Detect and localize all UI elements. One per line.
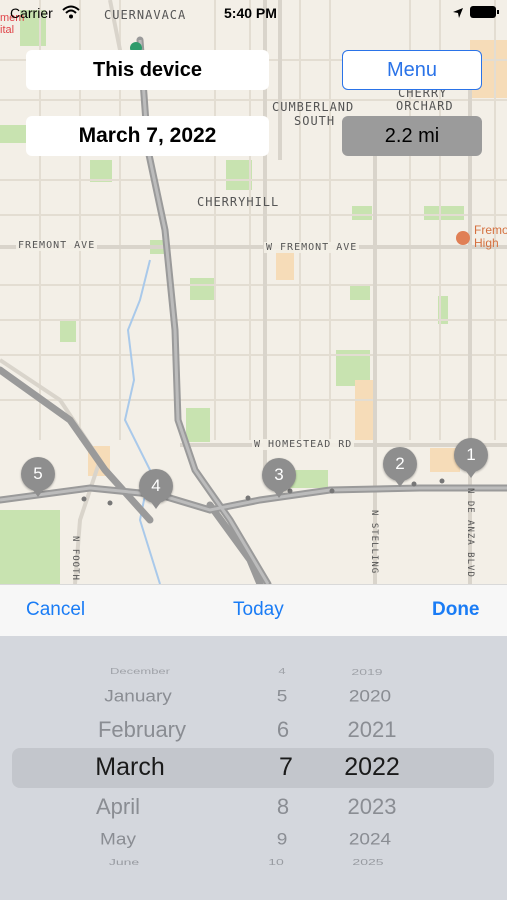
cancel-button[interactable]: Cancel: [26, 599, 85, 621]
poi-label-fremont-high-line2: High: [474, 236, 499, 250]
day-item[interactable]: 6: [263, 717, 303, 743]
street-label-w-fremont-ave: W FREMONT AVE: [264, 242, 360, 253]
month-item[interactable]: December: [80, 667, 200, 676]
street-label-w-homestead-rd: W HOMESTEAD RD: [252, 439, 355, 450]
picker-toolbar: Cancel Today Done: [0, 584, 507, 637]
today-button[interactable]: Today: [233, 599, 284, 621]
year-item[interactable]: 2019: [327, 667, 407, 677]
year-item[interactable]: 2021: [332, 717, 412, 743]
distance-label: 2.2 mi: [342, 116, 482, 156]
status-bar: Carrier 5:40 PM: [0, 0, 507, 28]
map-label-cumberland: CUMBERLAND: [272, 100, 355, 114]
map-label-cherryhill: CHERRYHILL: [197, 195, 280, 209]
year-item-selected[interactable]: 2022: [332, 753, 412, 782]
month-item-selected[interactable]: March: [70, 753, 190, 782]
clock-time: 5:40 PM: [224, 5, 277, 21]
done-button[interactable]: Done: [432, 599, 480, 621]
device-label[interactable]: This device: [26, 50, 269, 90]
street-label-fremont-ave: FREMONT AVE: [16, 240, 98, 251]
year-item[interactable]: 2025: [328, 857, 408, 867]
date-picker[interactable]: December January February March April Ma…: [0, 636, 507, 900]
year-item[interactable]: 2020: [330, 688, 410, 707]
carrier-label: Carrier: [10, 5, 53, 21]
month-item[interactable]: January: [78, 688, 198, 707]
street-label-n-stelling: N STELLING: [369, 510, 379, 575]
map-pin-1[interactable]: 1: [454, 438, 488, 478]
year-item[interactable]: 2023: [332, 794, 412, 820]
poi-label-fremont-high: Fremo High: [474, 224, 507, 250]
location-arrow-icon: [452, 6, 464, 22]
map-pin-4[interactable]: 4: [139, 469, 173, 509]
day-item[interactable]: 8: [263, 794, 303, 820]
battery-icon: [470, 6, 496, 18]
poi-label-fremont-high-line1: Fremo: [474, 223, 507, 237]
day-item[interactable]: 5: [262, 688, 302, 707]
map-pin-2[interactable]: 2: [383, 447, 417, 487]
date-field[interactable]: March 7, 2022: [26, 116, 269, 156]
map-label-orchard: ORCHARD: [396, 99, 454, 113]
month-item[interactable]: June: [64, 857, 184, 867]
day-item-selected[interactable]: 7: [266, 753, 306, 782]
month-item[interactable]: April: [58, 794, 178, 820]
year-item[interactable]: 2024: [330, 831, 410, 850]
day-item[interactable]: 4: [262, 667, 302, 676]
wifi-icon: [62, 5, 80, 22]
month-item[interactable]: May: [58, 831, 178, 850]
month-item[interactable]: February: [82, 717, 202, 743]
map-pin-5[interactable]: 5: [21, 457, 55, 497]
street-label-n-foothill: N FOOTH: [70, 536, 80, 581]
map-pin-3[interactable]: 3: [262, 458, 296, 498]
menu-button[interactable]: Menu: [342, 50, 482, 90]
day-item[interactable]: 10: [256, 857, 296, 867]
street-label-n-de-anza-blvd: N DE ANZA BLVD: [465, 488, 475, 578]
map-label-cumberland-south: SOUTH: [294, 114, 336, 128]
day-item[interactable]: 9: [262, 831, 302, 850]
